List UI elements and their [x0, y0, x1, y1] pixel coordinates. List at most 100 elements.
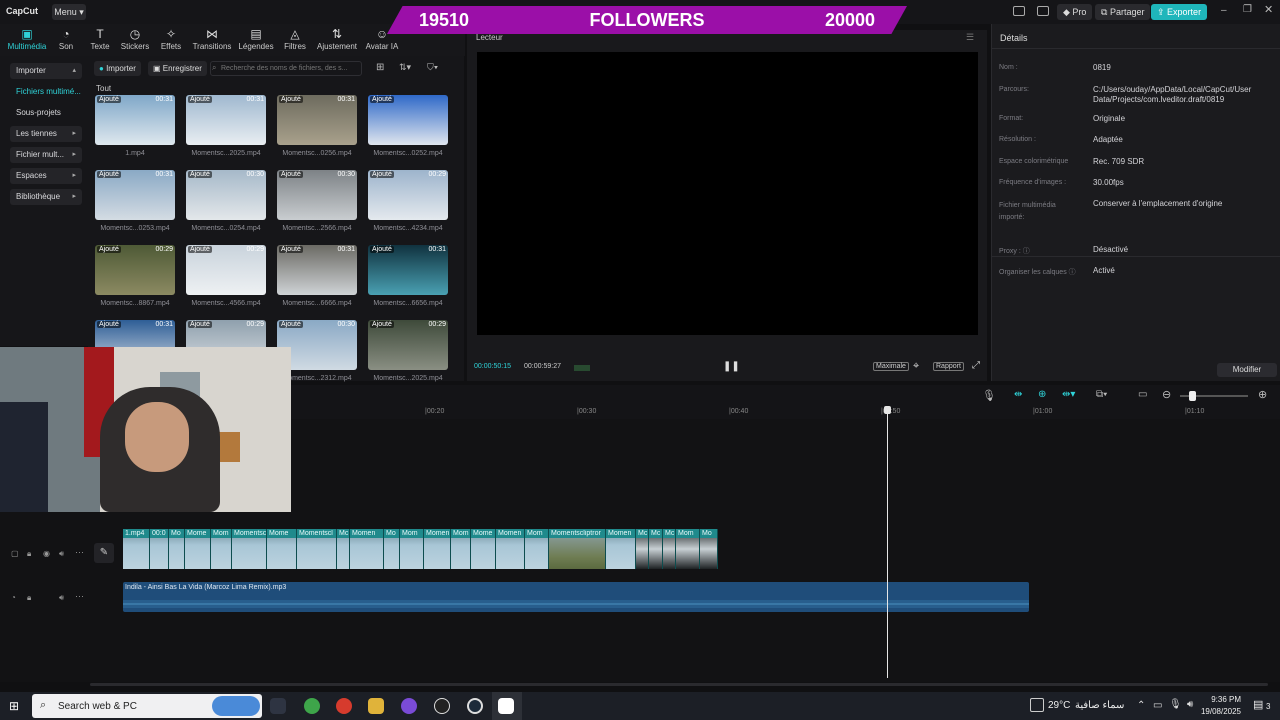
nav-importer[interactable]: Importer ▴: [10, 63, 82, 79]
video-clip[interactable]: Momen: [496, 529, 525, 569]
media-thumbnail[interactable]: Ajouté 00:31: [95, 170, 175, 220]
chevron-up-icon[interactable]: ⌃: [1137, 700, 1145, 711]
video-clip[interactable]: Mo: [384, 529, 400, 569]
split-icon[interactable]: ⧉▾: [1096, 389, 1107, 400]
notification-icon[interactable]: ▤: [1253, 698, 1263, 711]
video-clip[interactable]: Mom: [676, 529, 700, 569]
video-track[interactable]: 1.mp4 00:0 Mo Mome Mom Momentsc Mome Momentscl M…: [123, 529, 747, 569]
pause-icon[interactable]: ❚❚: [723, 361, 740, 372]
menu-button[interactable]: Menu ▾: [52, 4, 86, 20]
video-clip[interactable]: Mome: [267, 529, 297, 569]
panel-icon[interactable]: [1037, 6, 1049, 16]
eye-icon[interactable]: ◉: [43, 549, 50, 558]
nav-spaces[interactable]: Espaces ▸: [10, 168, 82, 184]
chrome-icon[interactable]: [304, 698, 320, 714]
sort-icon[interactable]: ⇅▾: [399, 62, 411, 73]
network-icon[interactable]: ▭: [1153, 700, 1162, 711]
video-clip[interactable]: Momen: [424, 529, 451, 569]
tab-stickers[interactable]: ◷ Stickers: [118, 24, 152, 56]
media-thumbnail[interactable]: Ajouté 00:31: [95, 95, 175, 145]
link-main-track-icon[interactable]: ⇹: [1014, 389, 1022, 400]
video-clip[interactable]: Momen: [606, 529, 636, 569]
chrome-profile-icon[interactable]: [336, 698, 352, 714]
video-clip[interactable]: Momen: [350, 529, 384, 569]
media-thumbnail[interactable]: Ajouté 00:31: [368, 245, 448, 295]
tab-son[interactable]: ◔ Son: [50, 24, 82, 56]
obs-icon[interactable]: [434, 698, 450, 714]
media-thumbnail[interactable]: Ajouté 00:29: [368, 320, 448, 370]
media-thumbnail[interactable]: Ajouté: [368, 95, 448, 145]
magnet-icon[interactable]: ⊕: [1038, 389, 1046, 400]
filter-icon[interactable]: ⛉▾: [427, 62, 438, 73]
nav-media-files[interactable]: Fichiers multimé...: [10, 84, 82, 100]
steam-icon[interactable]: [467, 698, 483, 714]
video-clip[interactable]: Momentscl: [297, 529, 337, 569]
taskbar-search[interactable]: ⌕ Search web & PC: [32, 694, 262, 718]
video-clip[interactable]: 00:0: [150, 529, 169, 569]
media-thumbnail[interactable]: Ajouté 00:31: [186, 95, 266, 145]
file-explorer-icon[interactable]: [368, 698, 384, 714]
export-button[interactable]: ⇪ Exporter: [1151, 4, 1208, 20]
volume-icon[interactable]: 🔊︎: [59, 549, 64, 559]
zoom-in-icon[interactable]: ⊕: [1258, 388, 1267, 401]
media-thumbnail[interactable]: Ajouté 00:29: [186, 245, 266, 295]
import-button[interactable]: ● Importer: [94, 61, 141, 76]
playhead-handle[interactable]: [884, 406, 891, 414]
grid-view-icon[interactable]: ⊞: [376, 62, 384, 73]
restore-icon[interactable]: ❐: [1243, 4, 1252, 15]
nav-yours[interactable]: Les tiennes ▸: [10, 126, 82, 142]
playhead[interactable]: [887, 413, 888, 678]
tab-transitions[interactable]: ⋈ Transitions: [190, 24, 234, 56]
player-preview[interactable]: [477, 52, 978, 335]
lock-icon[interactable]: 🔒︎: [27, 593, 31, 603]
media-thumbnail[interactable]: Ajouté 00:29: [368, 170, 448, 220]
modify-button[interactable]: Modifier: [1217, 363, 1277, 377]
focus-icon[interactable]: ⌖: [913, 360, 919, 373]
video-clip[interactable]: Mom: [400, 529, 424, 569]
windows-start-icon[interactable]: ⊞: [9, 699, 19, 713]
record-button[interactable]: ▣ Enregistrer: [148, 61, 207, 76]
tab-légendes[interactable]: ▤ Légendes: [236, 24, 276, 56]
tab-multimédia[interactable]: ▣ Multimédia: [6, 24, 48, 56]
tab-effets[interactable]: ✧ Effets: [154, 24, 188, 56]
minimize-icon[interactable]: –: [1221, 5, 1227, 16]
video-clip[interactable]: Mo: [169, 529, 185, 569]
media-thumbnail[interactable]: Ajouté 00:30: [277, 170, 357, 220]
media-thumbnail[interactable]: Ajouté 00:30: [186, 170, 266, 220]
media-thumbnail[interactable]: Ajouté 00:29: [95, 245, 175, 295]
timeline-scrollbar[interactable]: [90, 683, 1268, 686]
video-clip[interactable]: Mom: [451, 529, 471, 569]
pro-button[interactable]: ◆ Pro: [1057, 4, 1093, 20]
video-clip[interactable]: Mom: [211, 529, 232, 569]
discord-icon[interactable]: [401, 698, 417, 714]
volume-icon[interactable]: 🔊︎: [59, 593, 64, 603]
edit-cover-icon[interactable]: ✎: [94, 543, 114, 563]
share-button[interactable]: ⧉ Partager: [1095, 4, 1151, 20]
video-clip[interactable]: Mc: [636, 529, 649, 569]
audio-clip[interactable]: Indila - Ainsi Bas La Vida (Marcoz Lima …: [123, 582, 1029, 612]
nav-library[interactable]: Bibliothèque ▸: [10, 189, 82, 205]
media-thumbnail[interactable]: Ajouté 00:31: [277, 245, 357, 295]
tab-ajustement[interactable]: ⇅ Ajustement: [314, 24, 360, 56]
video-clip[interactable]: Mom: [525, 529, 549, 569]
more-icon[interactable]: ···: [75, 591, 84, 601]
video-clip[interactable]: Mome: [185, 529, 211, 569]
video-clip[interactable]: Mc: [649, 529, 663, 569]
video-clip[interactable]: 1.mp4: [123, 529, 150, 569]
lock-icon[interactable]: 🔒︎: [27, 549, 31, 559]
tab-filtres[interactable]: ◬ Filtres: [278, 24, 312, 56]
tab-texte[interactable]: T Texte: [84, 24, 116, 56]
caption-icon[interactable]: ▭: [1138, 389, 1147, 400]
video-clip[interactable]: Momentsc: [232, 529, 267, 569]
task-view-icon[interactable]: [270, 698, 286, 714]
nav-media-file[interactable]: Fichier mult... ▸: [10, 147, 82, 163]
media-search-input[interactable]: Recherche des noms de fichiers, des s...: [210, 61, 362, 76]
clock-date[interactable]: 19/08/2025: [1199, 707, 1241, 716]
nav-subprojects[interactable]: Sous-projets: [10, 105, 82, 121]
video-clip[interactable]: Mc: [337, 529, 350, 569]
weather-icon[interactable]: [1030, 698, 1044, 712]
video-clip[interactable]: Mo: [700, 529, 718, 569]
linkage-icon[interactable]: ⇹▾: [1062, 389, 1075, 400]
close-icon[interactable]: ✕: [1264, 3, 1273, 16]
microphone-icon[interactable]: 🎙︎: [1169, 699, 1182, 710]
